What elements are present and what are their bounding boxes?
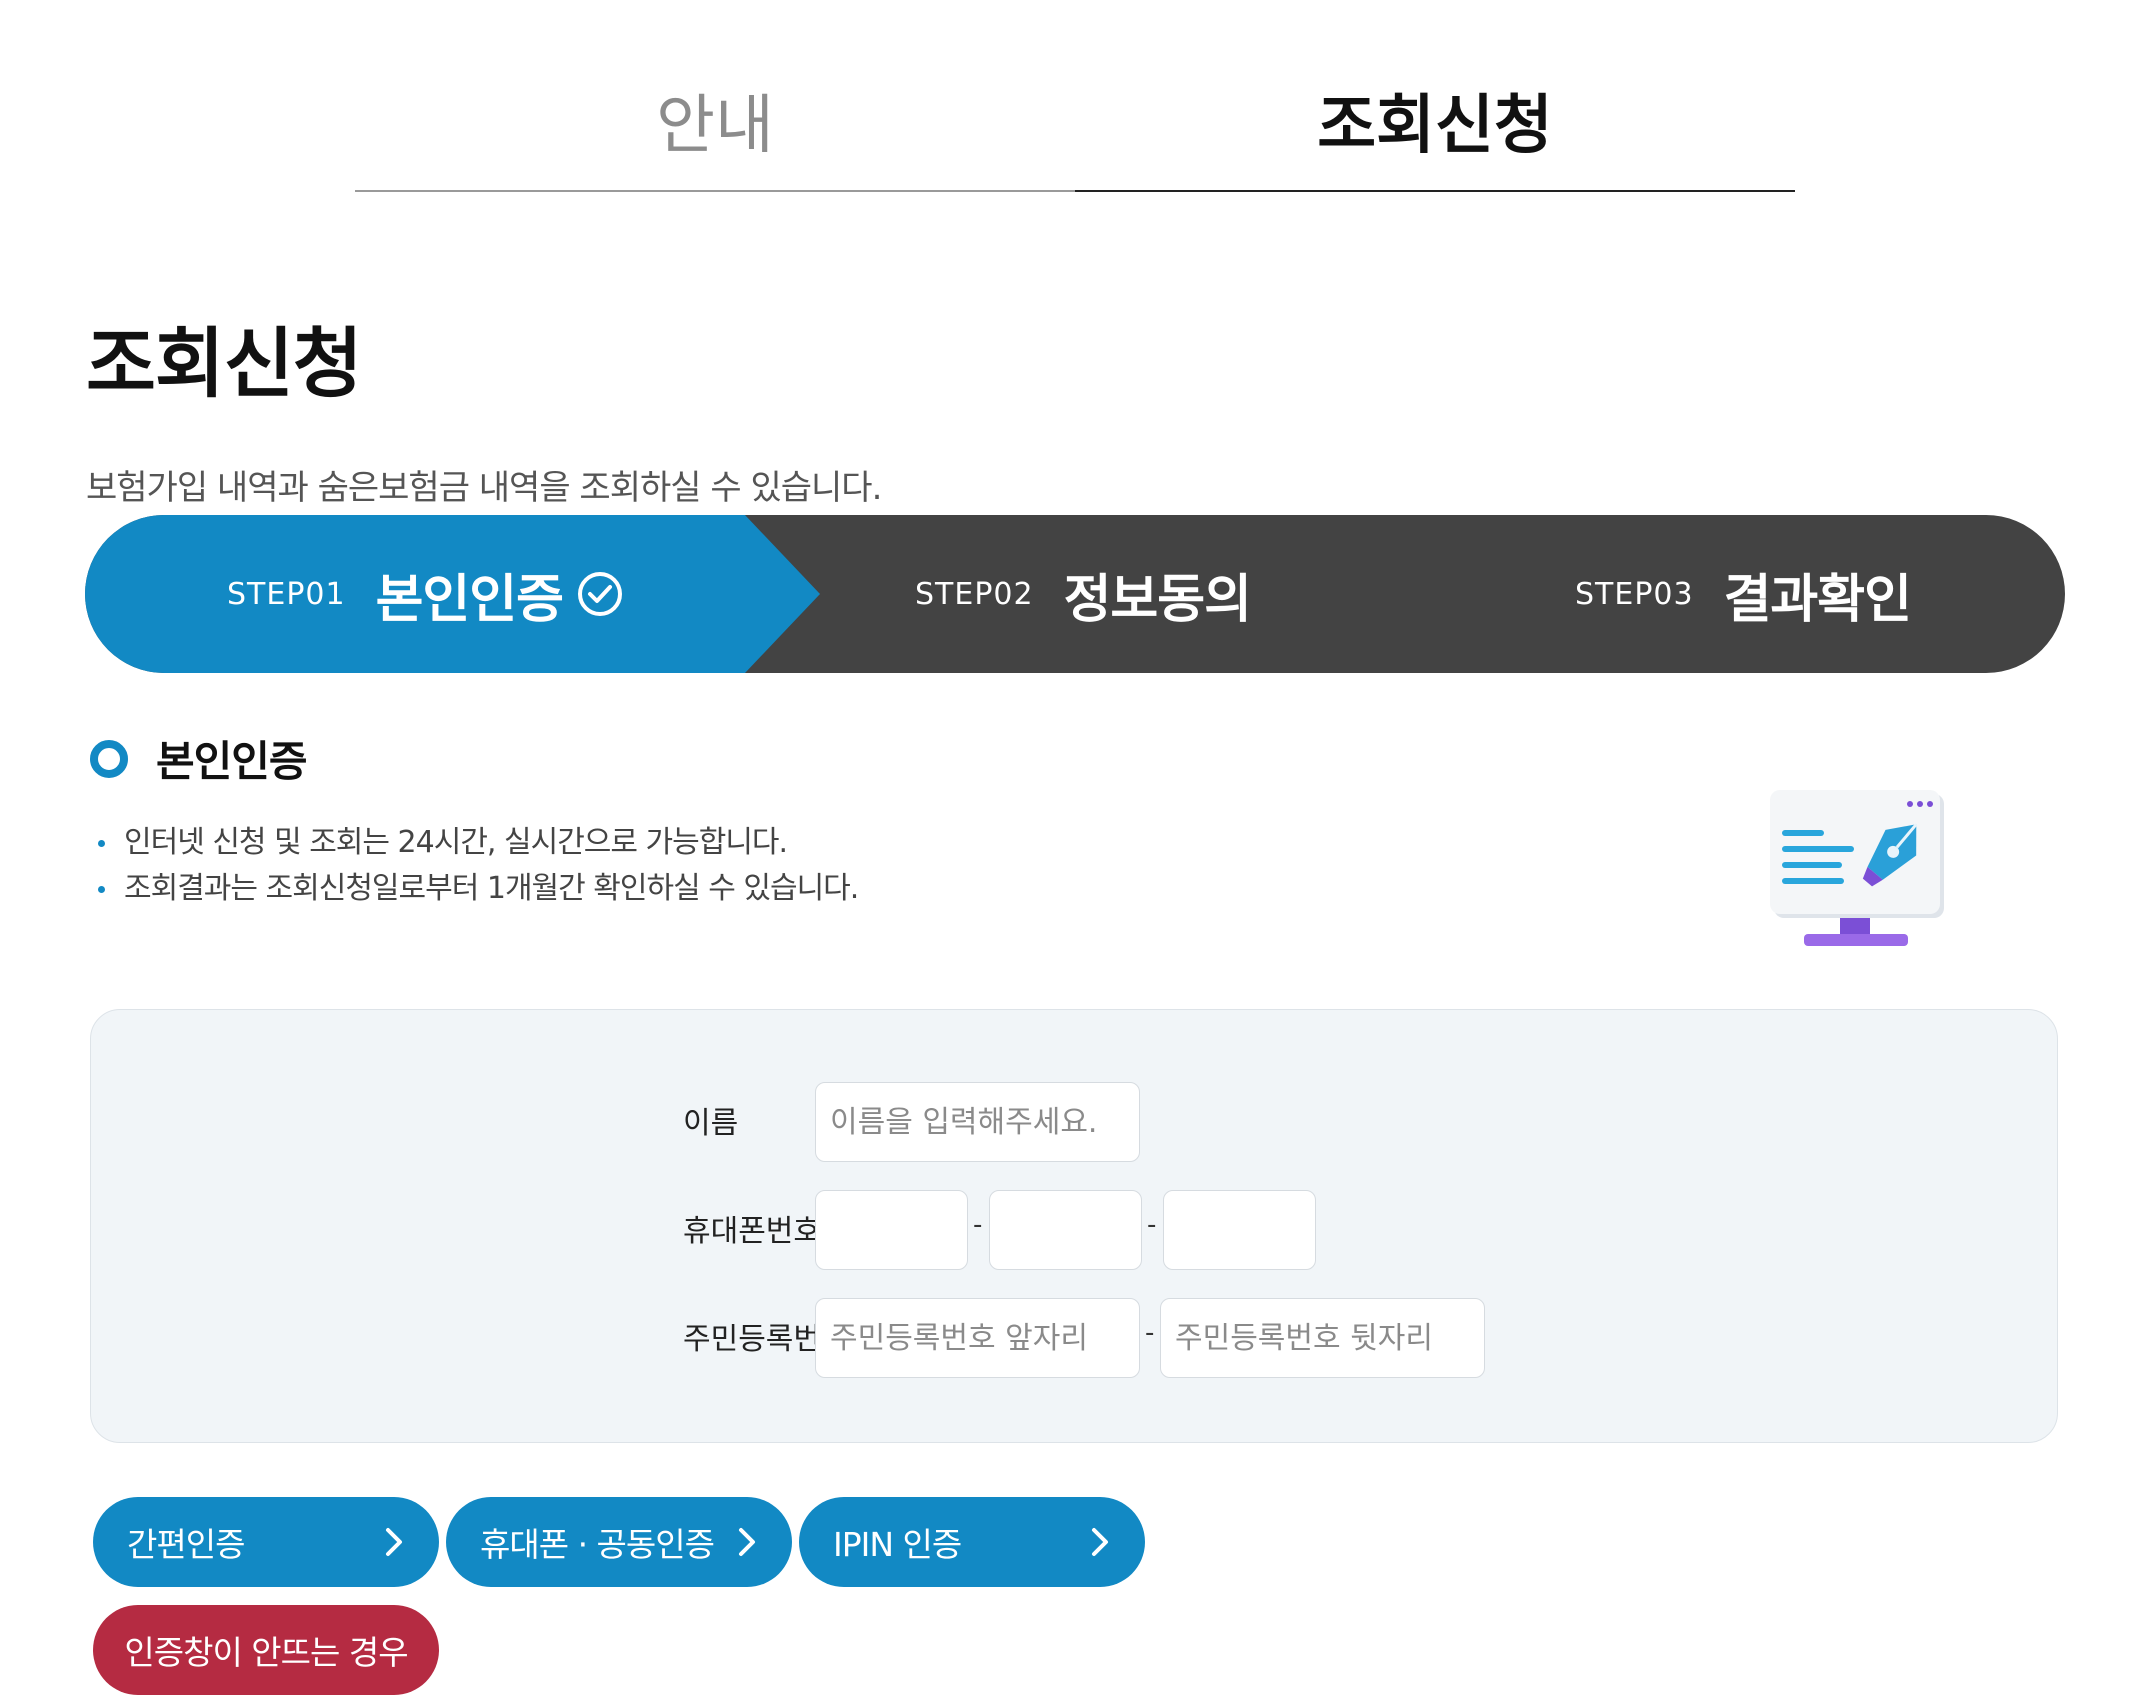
popup-help-label: 인증창이 안뜨는 경우 bbox=[124, 1633, 408, 1672]
step-3: STEP03 결과확인 bbox=[1575, 515, 1912, 673]
simple-auth-button[interactable]: 간편인증 bbox=[93, 1497, 439, 1587]
simple-auth-label: 간편인증 bbox=[127, 1525, 245, 1564]
info-item: 조회결과는 조회신청일로부터 1개월간 확인하실 수 있습니다. bbox=[96, 866, 859, 912]
phone-separator: - bbox=[1147, 1210, 1157, 1240]
ring-bullet-icon bbox=[90, 739, 128, 778]
name-input[interactable] bbox=[815, 1082, 1140, 1162]
content-card: 안내 조회신청 조회신청 보험가입 내역과 숨은보험금 내역을 조회하실 수 있… bbox=[0, 0, 2142, 1695]
step-2-number: STEP02 bbox=[915, 576, 1034, 612]
check-circle-icon bbox=[577, 572, 622, 616]
page-subtitle: 보험가입 내역과 숨은보험금 내역을 조회하실 수 있습니다. bbox=[86, 468, 882, 508]
section-title: 본인인증 bbox=[156, 737, 308, 786]
chevron-right-icon bbox=[739, 1528, 755, 1556]
step-2-name: 정보동의 bbox=[1063, 569, 1252, 630]
tab-guide[interactable]: 안내 bbox=[355, 78, 1075, 192]
ipin-auth-label: IPIN 인증 bbox=[833, 1525, 962, 1564]
step-progress-bar: STEP01 본인인증 STEP02 정보동의 STEP03 결과확인 bbox=[85, 515, 2065, 673]
identity-form: 이름 휴대폰번호 - - 주민등록번호 - bbox=[90, 1009, 2058, 1443]
name-label: 이름 bbox=[683, 1106, 739, 1141]
rrn-separator: - bbox=[1145, 1318, 1155, 1348]
phone-cert-auth-label: 휴대폰 · 공동인증 bbox=[480, 1525, 715, 1564]
phone-input-part2[interactable] bbox=[989, 1190, 1142, 1270]
phone-label: 휴대폰번호 bbox=[683, 1214, 821, 1249]
rrn-back-input[interactable] bbox=[1160, 1298, 1485, 1378]
step-1-name: 본인인증 bbox=[375, 569, 564, 630]
chevron-right-icon bbox=[386, 1528, 402, 1556]
step-1: STEP01 본인인증 bbox=[227, 515, 623, 673]
chevron-right-icon bbox=[1092, 1528, 1108, 1556]
tab-inquiry-request[interactable]: 조회신청 bbox=[1075, 78, 1795, 192]
tab-bar: 안내 조회신청 bbox=[355, 78, 1795, 192]
rrn-front-input[interactable] bbox=[815, 1298, 1140, 1378]
info-list: 인터넷 신청 및 조회는 24시간, 실시간으로 가능합니다. 조회결과는 조회… bbox=[96, 820, 859, 912]
section-header: 본인인증 bbox=[90, 728, 308, 789]
phone-input-part1[interactable] bbox=[815, 1190, 968, 1270]
step-2: STEP02 정보동의 bbox=[915, 515, 1252, 673]
popup-help-button[interactable]: 인증창이 안뜨는 경우 bbox=[93, 1605, 439, 1695]
step-3-name: 결과확인 bbox=[1723, 569, 1912, 630]
info-item: 인터넷 신청 및 조회는 24시간, 실시간으로 가능합니다. bbox=[96, 820, 858, 866]
ipin-auth-button[interactable]: IPIN 인증 bbox=[799, 1497, 1145, 1587]
phone-cert-auth-button[interactable]: 휴대폰 · 공동인증 bbox=[446, 1497, 792, 1587]
phone-separator: - bbox=[973, 1210, 983, 1240]
step-1-number: STEP01 bbox=[227, 576, 346, 612]
step-3-number: STEP03 bbox=[1575, 576, 1694, 612]
monitor-pen-icon bbox=[1770, 790, 1944, 946]
phone-input-part3[interactable] bbox=[1163, 1190, 1316, 1270]
page-title: 조회신청 bbox=[86, 319, 363, 408]
